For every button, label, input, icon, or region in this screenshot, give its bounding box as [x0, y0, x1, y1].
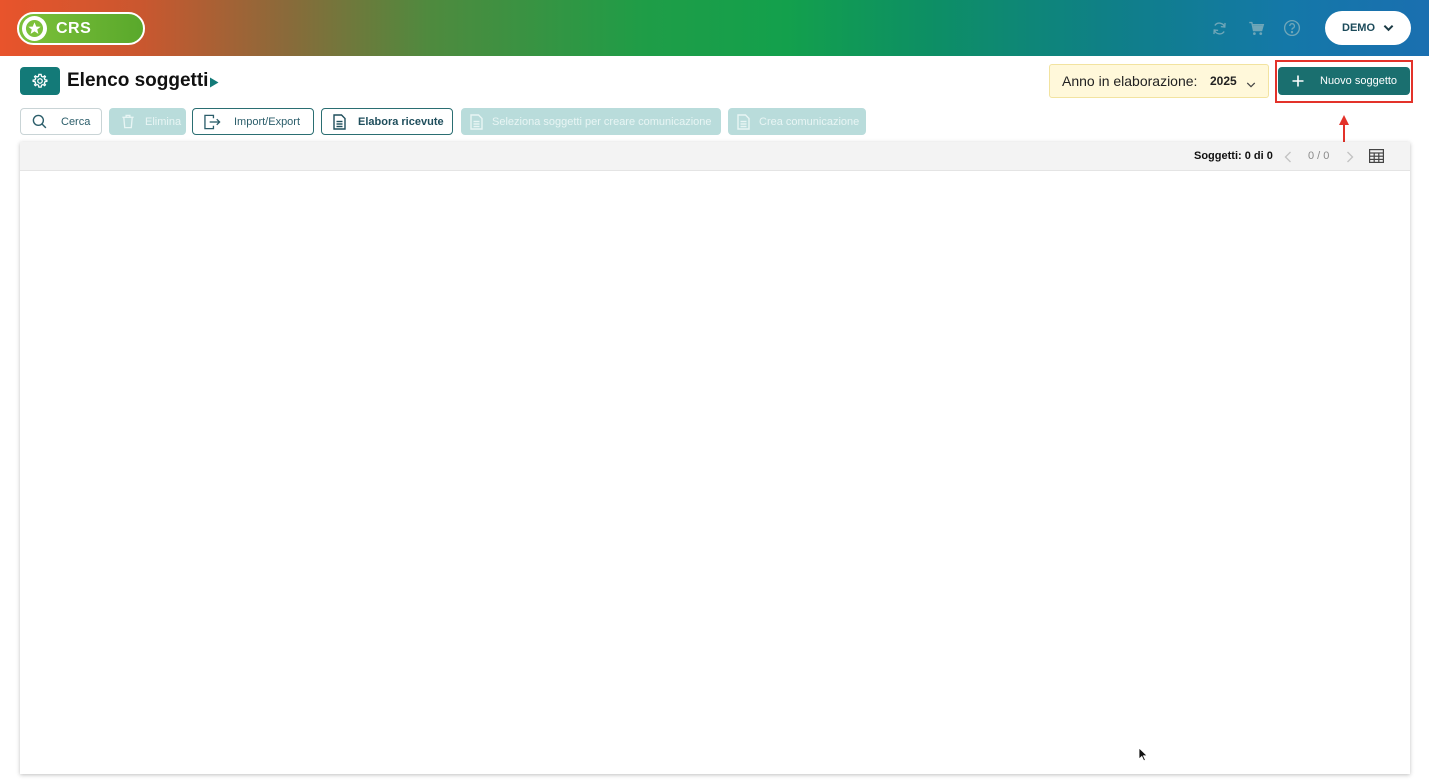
process-receipts-label: Elabora ricevute [358, 115, 444, 128]
subjects-grid: Soggetti: 0 di 0 0 / 0 [20, 142, 1410, 774]
app-logo[interactable]: CRS [17, 12, 145, 45]
delete-button[interactable]: Elimina [109, 108, 186, 135]
page-title: Elenco soggetti [67, 70, 209, 91]
export-icon [204, 114, 221, 130]
new-subject-label: Nuovo soggetto [1320, 75, 1398, 87]
search-button-label: Cerca [61, 115, 91, 128]
user-menu-button[interactable]: DEMO [1325, 11, 1411, 45]
chevron-right-icon[interactable] [1346, 150, 1354, 168]
mouse-cursor-icon [1138, 747, 1148, 767]
create-communication-label: Crea comunicazione [759, 115, 860, 128]
top-header-bar: CRS DEMO [0, 0, 1429, 56]
chevron-down-icon [1246, 76, 1256, 92]
search-button[interactable]: Cerca [20, 108, 102, 135]
gear-icon [32, 73, 48, 89]
select-subjects-button[interactable]: Seleziona soggetti per creare comunicazi… [461, 108, 721, 135]
cart-icon[interactable] [1247, 19, 1265, 37]
anno-label: Anno in elaborazione: [1062, 73, 1198, 89]
subjects-count: Soggetti: 0 di 0 [1194, 150, 1273, 162]
delete-button-label: Elimina [145, 115, 182, 128]
play-icon[interactable] [209, 75, 219, 93]
star-logo-icon [22, 16, 47, 41]
anno-value: 2025 [1210, 74, 1237, 88]
import-export-label: Import/Export [234, 115, 301, 128]
logo-text: CRS [56, 19, 92, 37]
help-icon[interactable] [1283, 19, 1301, 37]
settings-button[interactable] [20, 67, 60, 95]
import-export-button[interactable]: Import/Export [192, 108, 314, 135]
plus-icon [1292, 75, 1304, 87]
user-label: DEMO [1342, 22, 1375, 34]
anno-selector[interactable]: Anno in elaborazione: 2025 [1049, 64, 1269, 98]
chevron-down-icon [1383, 24, 1394, 32]
new-subject-button[interactable]: Nuovo soggetto [1278, 67, 1410, 95]
document-icon [737, 113, 750, 130]
select-subjects-label: Seleziona soggetti per creare comunicazi… [492, 115, 712, 128]
refresh-icon[interactable] [1210, 19, 1228, 37]
chevron-left-icon[interactable] [1284, 150, 1292, 168]
document-icon [470, 113, 483, 130]
document-icon [333, 113, 346, 130]
grid-header: Soggetti: 0 di 0 0 / 0 [20, 142, 1410, 171]
search-icon [32, 114, 47, 129]
process-receipts-button[interactable]: Elabora ricevute [321, 108, 453, 135]
pager-text: 0 / 0 [1308, 150, 1330, 162]
create-communication-button[interactable]: Crea comunicazione [728, 108, 866, 135]
trash-icon [121, 114, 135, 129]
columns-grid-icon[interactable] [1369, 149, 1385, 168]
